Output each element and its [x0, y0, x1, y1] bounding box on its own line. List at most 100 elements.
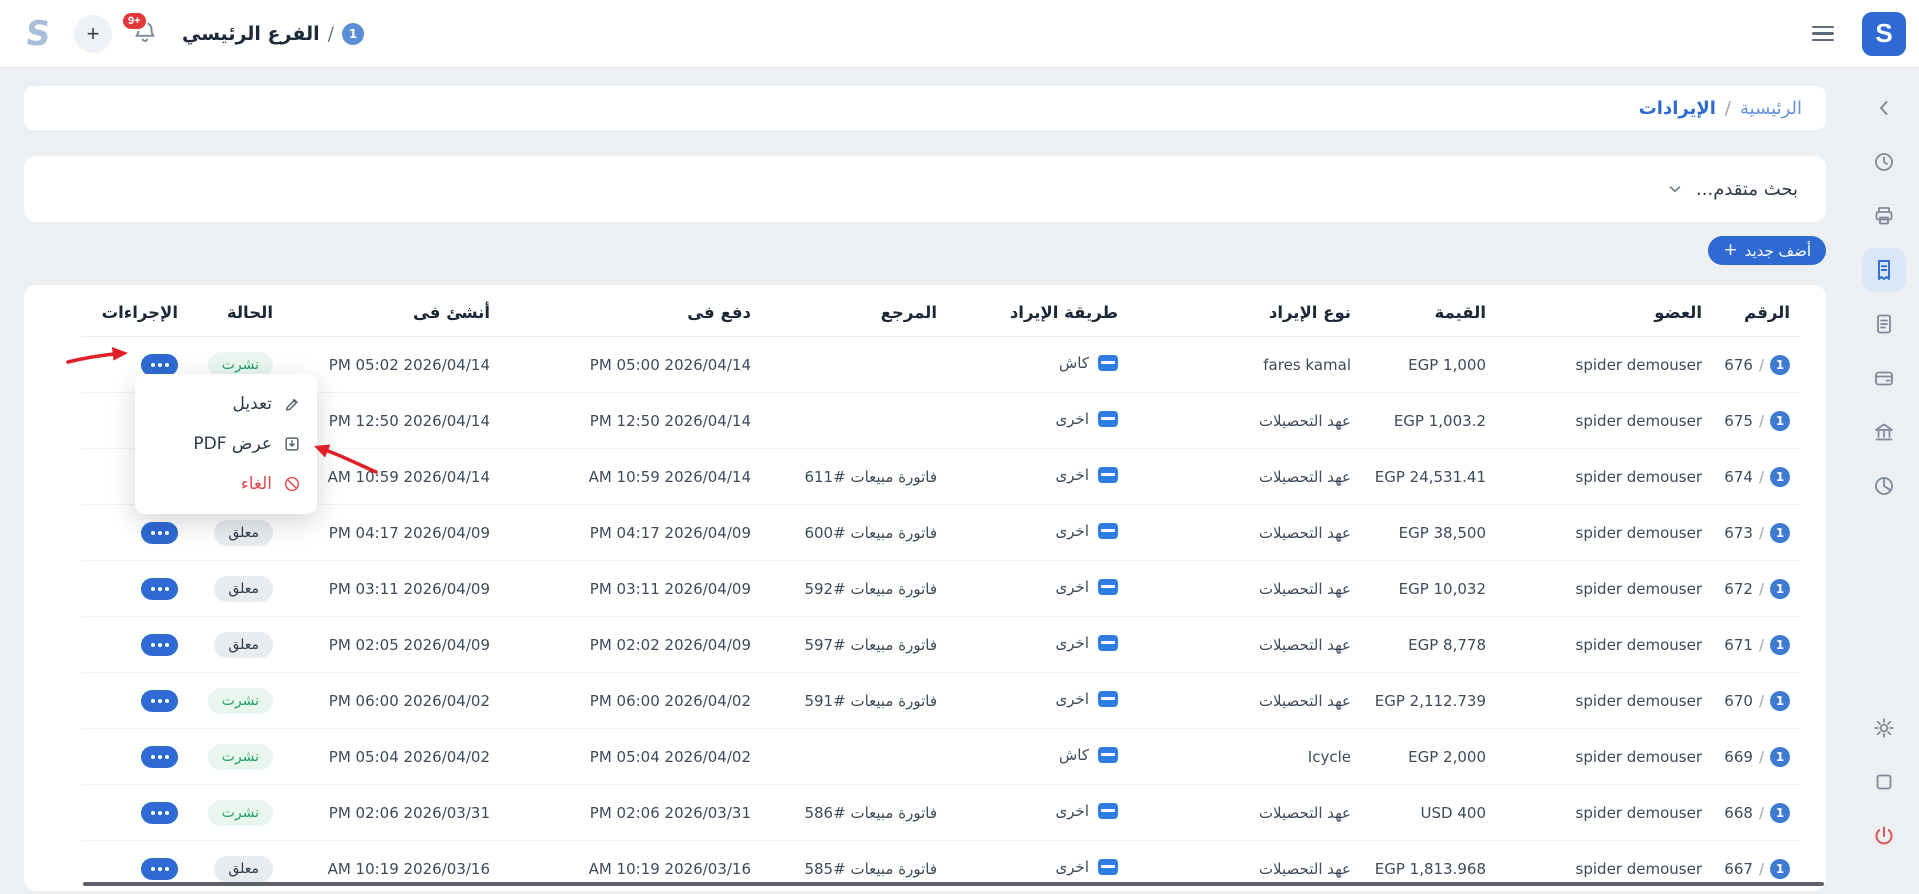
table-row: 675 / 1 spider demouser EGP 1,003.2 عهد … [81, 393, 1800, 449]
quick-add-button[interactable]: + [74, 15, 112, 53]
number-separator: / [1759, 860, 1764, 878]
row-paid-at: PM 12:50 2026/04/14 [590, 412, 751, 430]
row-reference: فاتورة مبيعات #600 [761, 505, 947, 561]
payment-method-icon [1098, 467, 1118, 483]
row-actions-button[interactable] [141, 634, 178, 656]
payment-method-icon [1098, 747, 1118, 763]
bank-icon[interactable] [1862, 410, 1906, 454]
number-separator: / [1759, 356, 1764, 374]
row-value: EGP 2,112.739 [1375, 692, 1486, 710]
table-row: 674 / 1 spider demouser EGP 24,531.41 عه… [81, 449, 1800, 505]
header-paid-at: دفع فى [500, 285, 761, 337]
row-member: spider demouser [1576, 860, 1702, 878]
row-actions-button[interactable] [141, 746, 178, 768]
number-separator: / [1759, 468, 1764, 486]
row-number: 673 [1724, 524, 1753, 542]
status-badge: نشرت [208, 688, 273, 714]
status-badge: معلق [214, 520, 273, 546]
row-number: 672 [1724, 580, 1753, 598]
table-row: 673 / 1 spider demouser EGP 38,500 عهد ا… [81, 505, 1800, 561]
number-separator: / [1759, 748, 1764, 766]
row-created-at: PM 02:05 2026/04/09 [329, 636, 490, 654]
menu-item-view-pdf[interactable]: عرض PDF [135, 424, 317, 464]
branch-badge: 1 [1770, 411, 1790, 431]
row-method: اخرى [1056, 522, 1089, 540]
row-number: 667 [1724, 860, 1753, 878]
notifications-button[interactable]: 9+ [132, 19, 158, 48]
status-badge: نشرت [208, 800, 273, 826]
row-value: EGP 8,778 [1408, 636, 1486, 654]
app-logo[interactable]: S [16, 14, 60, 54]
row-revenue-type: عهد التحصيلات [1128, 673, 1361, 729]
row-actions-button[interactable] [141, 522, 178, 544]
row-revenue-type: fares kamal [1128, 337, 1361, 393]
printer-icon[interactable] [1862, 194, 1906, 238]
header-member: العضو [1496, 285, 1712, 337]
row-actions-menu: تعديل عرض PDF الغاء [135, 374, 317, 514]
row-actions-button[interactable] [141, 690, 178, 712]
payment-method-icon [1098, 355, 1118, 371]
row-member: spider demouser [1576, 692, 1702, 710]
history-icon[interactable] [1862, 140, 1906, 184]
branch-badge: 1 [1770, 523, 1790, 543]
wallet-icon[interactable] [1862, 356, 1906, 400]
row-paid-at: PM 02:02 2026/04/09 [590, 636, 751, 654]
pdf-icon [283, 435, 301, 453]
pie-chart-icon[interactable] [1862, 464, 1906, 508]
power-icon[interactable] [1862, 814, 1906, 858]
settings-icon[interactable] [1862, 706, 1906, 750]
row-reference [761, 393, 947, 449]
branch-separator: / [328, 23, 334, 45]
cancel-icon [283, 475, 301, 493]
row-paid-at: PM 04:17 2026/04/09 [590, 524, 751, 542]
status-badge: معلق [214, 576, 273, 602]
menu-item-label: تعديل [233, 394, 272, 414]
row-member: spider demouser [1576, 748, 1702, 766]
row-actions-button[interactable] [141, 802, 178, 824]
collapse-chevron-icon[interactable] [1862, 86, 1906, 130]
row-value: EGP 1,003.2 [1394, 412, 1486, 430]
row-paid-at: AM 10:19 2026/03/16 [589, 860, 751, 878]
row-paid-at: PM 02:06 2026/03/31 [590, 804, 751, 822]
row-number: 674 [1724, 468, 1753, 486]
row-member: spider demouser [1576, 412, 1702, 430]
menu-item-cancel[interactable]: الغاء [135, 464, 317, 504]
breadcrumb-home-link[interactable]: الرئيسية [1740, 98, 1802, 119]
payment-method-icon [1098, 803, 1118, 819]
sidebar-nav [1848, 67, 1919, 894]
workspace-logo[interactable]: S [1862, 12, 1906, 56]
horizontal-scrollbar[interactable] [83, 882, 1824, 886]
menu-item-label: الغاء [241, 474, 272, 494]
row-method: كاش [1059, 746, 1089, 764]
row-actions-button[interactable] [141, 858, 178, 880]
status-badge: معلق [214, 856, 273, 882]
table-row: 671 / 1 spider demouser EGP 8,778 عهد ال… [81, 617, 1800, 673]
row-reference [761, 337, 947, 393]
number-separator: / [1759, 524, 1764, 542]
hamburger-menu-icon[interactable] [1808, 22, 1838, 46]
status-badge: نشرت [208, 744, 273, 770]
row-actions-button[interactable] [141, 354, 178, 376]
kiosk-icon[interactable] [1862, 760, 1906, 804]
header-actions: الإجراءات [81, 285, 188, 337]
row-paid-at: PM 03:11 2026/04/09 [590, 580, 751, 598]
row-method: اخرى [1056, 466, 1089, 484]
menu-item-edit[interactable]: تعديل [135, 384, 317, 424]
table-row: 668 / 1 spider demouser USD 400 عهد التح… [81, 785, 1800, 841]
row-actions-button[interactable] [141, 578, 178, 600]
payment-method-icon [1098, 635, 1118, 651]
table-row: 669 / 1 spider demouser EGP 2,000 Icycle… [81, 729, 1800, 785]
row-method: اخرى [1056, 410, 1089, 428]
row-paid-at: PM 06:00 2026/04/02 [590, 692, 751, 710]
advanced-search-toggle[interactable]: بحث متقدم... [24, 156, 1826, 222]
menu-item-label: عرض PDF [193, 434, 272, 454]
add-new-button[interactable]: أضف جديد + [1708, 236, 1826, 265]
branch-badge: 1 [1770, 467, 1790, 487]
row-member: spider demouser [1576, 468, 1702, 486]
payment-method-icon [1098, 859, 1118, 875]
header-reference: المرجع [761, 285, 947, 337]
header-number: الرقم [1712, 285, 1800, 337]
invoice-icon[interactable] [1862, 302, 1906, 346]
row-paid-at: PM 05:04 2026/04/02 [590, 748, 751, 766]
revenues-icon[interactable] [1862, 248, 1906, 292]
